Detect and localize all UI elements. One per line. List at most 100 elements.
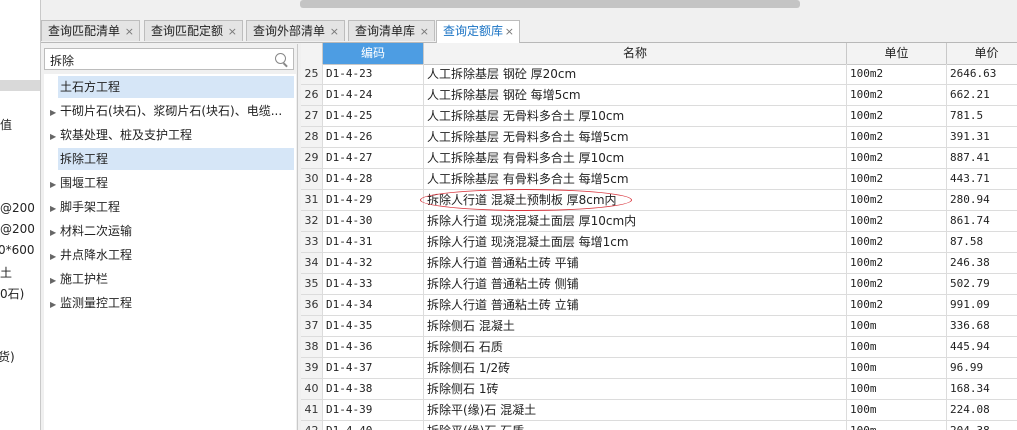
expand-arrow-icon[interactable]: ▶ <box>50 294 60 314</box>
tree-item-scaffold[interactable]: ▶ 脚手架工程 <box>50 196 294 218</box>
cell-unit: 100m2 <box>847 211 947 231</box>
expand-arrow-icon[interactable]: ▶ <box>50 102 60 122</box>
cell-code: D1-4-38 <box>323 379 424 399</box>
tab-query-matched-quota[interactable]: 查询匹配定额 × <box>144 20 243 41</box>
cell-code: D1-4-40 <box>323 421 424 430</box>
cell-price: 204.38 <box>947 421 1017 430</box>
cell-price: 87.58 <box>947 232 1017 252</box>
table-row[interactable]: 31 D1-4-29 拆除人行道 混凝土预制板 厚8cm内 100m2 280.94 <box>301 190 1017 211</box>
cell-unit: 100m2 <box>847 148 947 168</box>
cell-name: 拆除平(缘)石 混凝土 <box>424 400 847 420</box>
cell-unit: 100m2 <box>847 190 947 210</box>
table-row[interactable]: 33 D1-4-31 拆除人行道 现浇混凝土面层 每增1cm 100m2 87.58 <box>301 232 1017 253</box>
left-fragment-5: 0石) <box>0 287 25 301</box>
tree-item-guardrail[interactable]: ▶ 施工护栏 <box>50 268 294 290</box>
cell-unit: 100m <box>847 337 947 357</box>
close-icon[interactable]: × <box>330 21 339 42</box>
left-fragment-3: 0*600 <box>0 243 35 257</box>
table-row[interactable]: 26 D1-4-24 人工拆除基层 钢砼 每增5cm 100m2 662.21 <box>301 85 1017 106</box>
table-row[interactable]: 41 D1-4-39 拆除平(缘)石 混凝土 100m 224.08 <box>301 400 1017 421</box>
close-icon[interactable]: × <box>505 21 514 42</box>
table-row[interactable]: 37 D1-4-35 拆除侧石 混凝土 100m 336.68 <box>301 316 1017 337</box>
tab-query-external-bill[interactable]: 查询外部清单 × <box>246 20 345 41</box>
table-row[interactable]: 29 D1-4-27 人工拆除基层 有骨料多合土 厚10cm 100m2 887.41 <box>301 148 1017 169</box>
close-icon[interactable]: × <box>420 21 429 42</box>
expand-arrow-icon[interactable]: ▶ <box>50 246 60 266</box>
row-number: 30 <box>301 169 323 189</box>
cell-code: D1-4-26 <box>323 127 424 147</box>
cell-unit: 100m <box>847 379 947 399</box>
cell-name: 人工拆除基层 钢砼 厚20cm <box>424 64 847 84</box>
tree-item-demolition[interactable]: ▶拆除工程 <box>58 148 294 170</box>
cell-unit: 100m2 <box>847 295 947 315</box>
cell-name: 人工拆除基层 无骨料多合土 每增5cm <box>424 127 847 147</box>
cell-price: 168.34 <box>947 379 1017 399</box>
table-row[interactable]: 32 D1-4-30 拆除人行道 现浇混凝土面层 厚10cm内 100m2 861.74 <box>301 211 1017 232</box>
cell-price: 391.31 <box>947 127 1017 147</box>
table-row[interactable]: 28 D1-4-26 人工拆除基层 无骨料多合土 每增5cm 100m2 391.31 <box>301 127 1017 148</box>
row-number: 25 <box>301 64 323 84</box>
tab-query-bill-library[interactable]: 查询清单库 × <box>348 20 435 41</box>
cell-code: D1-4-27 <box>323 148 424 168</box>
header-price[interactable]: 单价 <box>947 43 1017 64</box>
header-code[interactable]: 编码 <box>323 43 424 64</box>
table-row[interactable]: 27 D1-4-25 人工拆除基层 无骨料多合土 厚10cm 100m2 781.5 <box>301 106 1017 127</box>
expand-arrow-icon[interactable]: ▶ <box>50 222 60 242</box>
cell-name: 拆除侧石 1/2砖 <box>424 358 847 378</box>
tab-query-quota-library[interactable]: 查询定额库 × <box>436 20 520 43</box>
tree-item-material-transport[interactable]: ▶ 材料二次运输 <box>50 220 294 242</box>
search-icon[interactable] <box>275 53 286 64</box>
expand-arrow-icon[interactable]: ▶ <box>50 198 60 218</box>
cell-code: D1-4-29 <box>323 190 424 210</box>
tree-item-earthwork[interactable]: ▶土石方工程 <box>58 76 294 98</box>
header-name[interactable]: 名称 <box>424 43 847 64</box>
header-unit[interactable]: 单位 <box>847 43 947 64</box>
tab-label: 查询匹配定额 <box>151 24 224 38</box>
tab-label: 查询定额库 <box>443 24 504 38</box>
expand-arrow-icon[interactable]: ▶ <box>50 174 60 194</box>
cell-code: D1-4-36 <box>323 337 424 357</box>
cell-name: 人工拆除基层 有骨料多合土 每增5cm <box>424 169 847 189</box>
table-row[interactable]: 40 D1-4-38 拆除侧石 1砖 100m 168.34 <box>301 379 1017 400</box>
left-fragment-0: 值 <box>0 118 13 132</box>
cell-code: D1-4-34 <box>323 295 424 315</box>
row-number: 39 <box>301 358 323 378</box>
search-field[interactable] <box>44 48 294 70</box>
expand-arrow-icon[interactable]: ▶ <box>50 126 60 146</box>
tree-item-cofferdam[interactable]: ▶ 围堰工程 <box>50 172 294 194</box>
table-row[interactable]: 38 D1-4-36 拆除侧石 石质 100m 445.94 <box>301 337 1017 358</box>
tree-item-soft-foundation[interactable]: ▶ 软基处理、桩及支护工程 <box>50 124 294 146</box>
cell-price: 781.5 <box>947 106 1017 126</box>
cell-code: D1-4-32 <box>323 253 424 273</box>
table-row[interactable]: 35 D1-4-33 拆除人行道 普通粘土砖 侧铺 100m2 502.79 <box>301 274 1017 295</box>
table-header: 编码 名称 单位 单价 <box>301 43 1017 65</box>
table-row[interactable]: 25 D1-4-23 人工拆除基层 钢砼 厚20cm 100m2 2646.63 <box>301 64 1017 85</box>
close-icon[interactable]: × <box>228 21 237 42</box>
tree-item-monitoring[interactable]: ▶ 监测量控工程 <box>50 292 294 314</box>
table-row[interactable]: 42D1-4-40拆除平(缘)石 石质100m204.38 <box>301 421 1017 430</box>
cell-name: 人工拆除基层 钢砼 每增5cm <box>424 85 847 105</box>
tree-item-label: 脚手架工程 <box>60 200 121 214</box>
cell-price: 336.68 <box>947 316 1017 336</box>
cell-price: 991.09 <box>947 295 1017 315</box>
horizontal-scrollbar-thumb[interactable] <box>300 0 800 8</box>
expand-arrow-icon[interactable]: ▶ <box>50 270 60 290</box>
cell-price: 280.94 <box>947 190 1017 210</box>
table-row[interactable]: 39 D1-4-37 拆除侧石 1/2砖 100m 96.99 <box>301 358 1017 379</box>
close-icon[interactable]: × <box>125 21 134 42</box>
search-input[interactable] <box>48 50 267 70</box>
cell-unit: 100m2 <box>847 169 947 189</box>
table-row[interactable]: 30 D1-4-28 人工拆除基层 有骨料多合土 每增5cm 100m2 443.71 <box>301 169 1017 190</box>
tab-query-matched-bill[interactable]: 查询匹配清单 × <box>41 20 140 41</box>
tree-item-masonry[interactable]: ▶ 干砌片石(块石)、浆砌片石(块石)、电缆... <box>50 100 294 122</box>
tree-item-label: 软基处理、桩及支护工程 <box>60 128 193 142</box>
table-row[interactable]: 36 D1-4-34 拆除人行道 普通粘土砖 立铺 100m2 991.09 <box>301 295 1017 316</box>
tree-item-label: 围堰工程 <box>60 176 109 190</box>
header-rownum <box>301 43 323 64</box>
row-number: 33 <box>301 232 323 252</box>
cell-code: D1-4-37 <box>323 358 424 378</box>
tree-item-dewatering[interactable]: ▶ 井点降水工程 <box>50 244 294 266</box>
table-row[interactable]: 34 D1-4-32 拆除人行道 普通粘土砖 平铺 100m2 246.38 <box>301 253 1017 274</box>
cell-name: 拆除侧石 石质 <box>424 337 847 357</box>
row-number: 36 <box>301 295 323 315</box>
